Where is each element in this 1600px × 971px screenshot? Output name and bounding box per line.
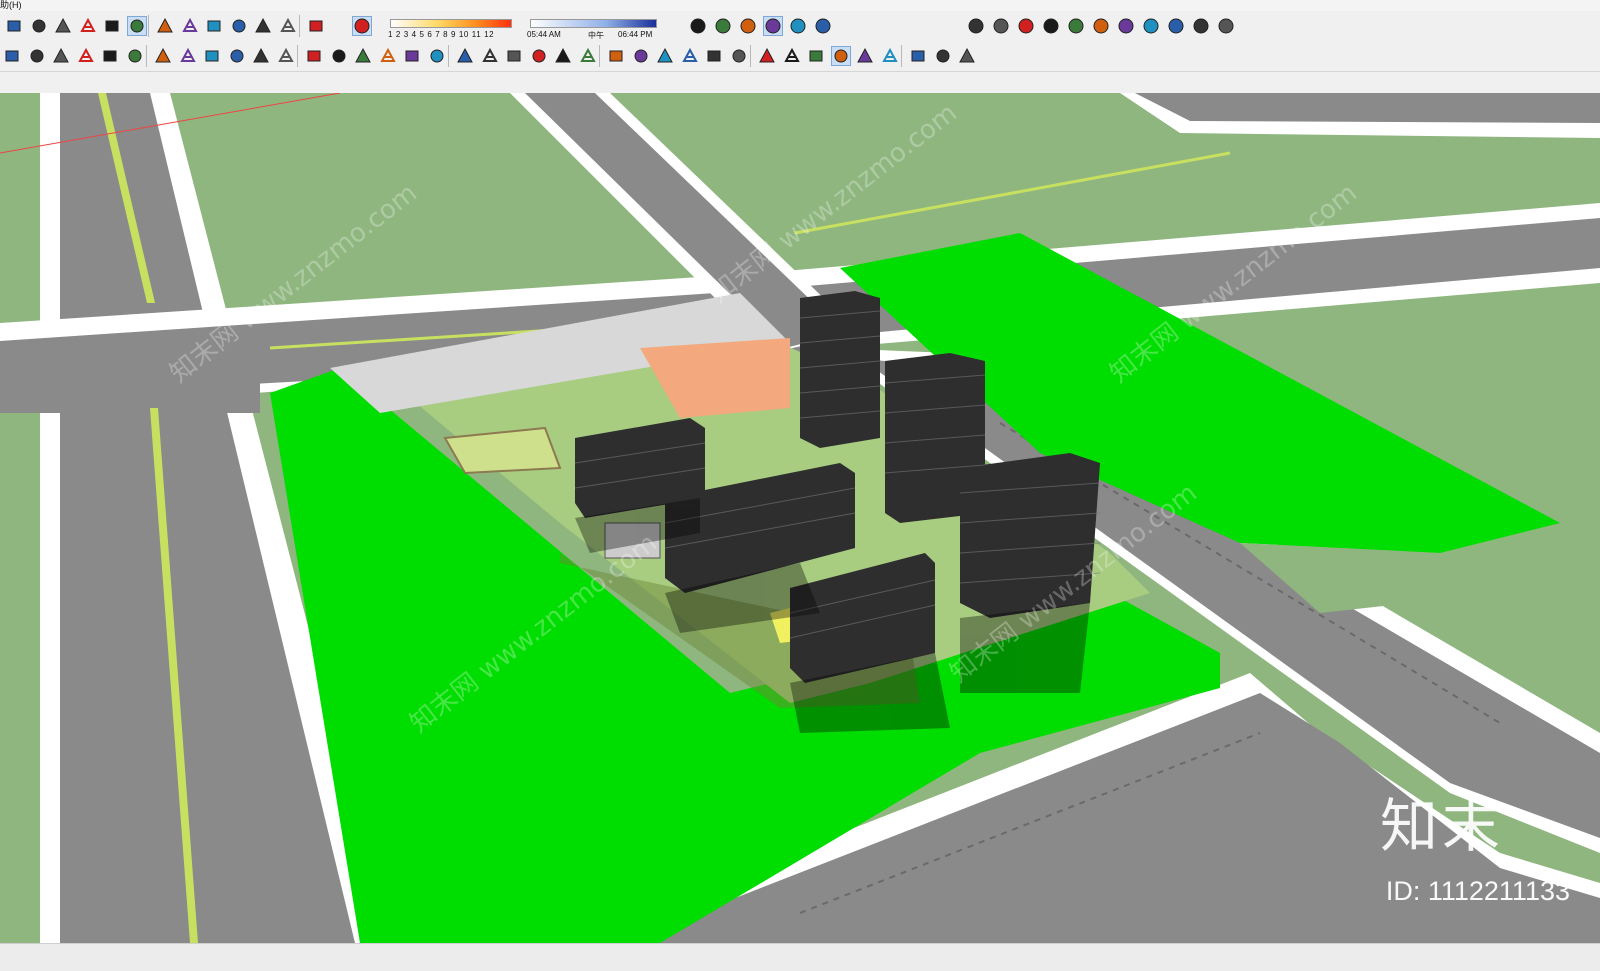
gift-icon[interactable]: [688, 16, 708, 36]
eraser-icon[interactable]: [29, 16, 49, 36]
pipe-icon[interactable]: [504, 46, 524, 66]
menu-help[interactable]: 助(H): [0, 0, 22, 11]
toolbar-separator: [448, 45, 449, 67]
tool-d-icon[interactable]: [680, 46, 700, 66]
window-icon[interactable]: [329, 46, 349, 66]
select-icon[interactable]: [2, 46, 22, 66]
red-box-icon[interactable]: [51, 46, 71, 66]
menu-bar: 助(H): [0, 0, 1600, 11]
flower-icon[interactable]: [813, 16, 833, 36]
toolbar-separator: [901, 45, 902, 67]
circle-icon[interactable]: [78, 16, 98, 36]
plus-circle-icon[interactable]: [1041, 16, 1061, 36]
stack-icon[interactable]: [1016, 16, 1036, 36]
toolbar-separator: [146, 45, 147, 67]
toolbar-row-2: [0, 41, 1600, 72]
line-icon[interactable]: [402, 46, 422, 66]
screen-icon[interactable]: [738, 16, 758, 36]
toolbar-separator: [750, 45, 751, 67]
box3-icon[interactable]: [578, 46, 598, 66]
toolbar-separator: [599, 45, 600, 67]
rectangle-icon[interactable]: [53, 16, 73, 36]
cloud-icon[interactable]: [1141, 16, 1161, 36]
tool-j-icon[interactable]: [830, 46, 851, 66]
warehouse-icon[interactable]: [253, 16, 273, 36]
status-bar: [0, 943, 1600, 971]
model-viewport[interactable]: 知末网 www.znzmo.com 知末网 www.znzmo.com 知末网 …: [0, 93, 1600, 943]
orbit-icon[interactable]: [713, 16, 733, 36]
tool-f-icon[interactable]: [729, 46, 749, 66]
terrain-icon[interactable]: [1091, 16, 1111, 36]
stair-icon[interactable]: [227, 46, 247, 66]
checker-icon[interactable]: [1116, 16, 1136, 36]
garage-icon[interactable]: [306, 16, 326, 36]
cut-icon[interactable]: [553, 46, 573, 66]
tree-icon[interactable]: [1066, 16, 1086, 36]
tool-i-icon[interactable]: [806, 46, 826, 66]
ladder-icon[interactable]: [276, 46, 296, 66]
tool-a-icon[interactable]: [606, 46, 626, 66]
tool-c-icon[interactable]: [655, 46, 675, 66]
box-icon[interactable]: [4, 16, 24, 36]
time-start-label: 05:44 AM: [527, 30, 561, 39]
brand-id: ID: 1112211133: [1385, 876, 1570, 906]
box-alt-icon[interactable]: [102, 16, 122, 36]
paint-icon[interactable]: [155, 16, 175, 36]
layers-icon[interactable]: [126, 16, 147, 36]
heart-icon[interactable]: [125, 46, 145, 66]
arc-icon[interactable]: [529, 46, 549, 66]
components-icon[interactable]: [180, 16, 200, 36]
scale-icon[interactable]: [27, 46, 47, 66]
gear-icon[interactable]: [1166, 16, 1186, 36]
square-icon[interactable]: [933, 46, 953, 66]
roof-icon[interactable]: [427, 46, 447, 66]
info-icon[interactable]: [1216, 16, 1236, 36]
time-end-label: 06:44 PM: [618, 30, 653, 39]
home-icon[interactable]: [229, 16, 249, 36]
cone-icon[interactable]: [880, 46, 900, 66]
hide-icon[interactable]: [957, 46, 977, 66]
brand-logo: 知末: [1379, 792, 1504, 860]
wall-icon[interactable]: [304, 46, 324, 66]
tool-b-icon[interactable]: [631, 46, 651, 66]
house-icon[interactable]: [278, 16, 298, 36]
toolbar-row-1: [0, 11, 1600, 41]
shadow-toggle-icon[interactable]: [352, 16, 372, 36]
tool-g-icon[interactable]: [757, 46, 777, 66]
refresh-icon[interactable]: [991, 16, 1011, 36]
toolbar-separator: [297, 45, 298, 67]
red-stamp-icon[interactable]: [76, 46, 96, 66]
user-icon[interactable]: [153, 46, 173, 66]
section-icon[interactable]: [204, 16, 224, 36]
toolbar-separator: [299, 15, 300, 37]
time-noon-label: 中午: [588, 31, 604, 40]
shadow-settings-bar: 1 2 3 4 5 6 7 8 9 10 11 12 05:44 AM 中午 0…: [385, 15, 675, 40]
tool-e-icon[interactable]: [704, 46, 724, 66]
tile-icon[interactable]: [455, 46, 475, 66]
month-labels: 1 2 3 4 5 6 7 8 9 10 11 12: [388, 30, 495, 39]
dot-icon[interactable]: [855, 46, 875, 66]
time-slider[interactable]: [530, 19, 657, 28]
extension-warehouse-icon[interactable]: [966, 16, 986, 36]
camera-icon[interactable]: [763, 16, 783, 36]
mail-icon[interactable]: [1191, 16, 1211, 36]
tool-h-icon[interactable]: [782, 46, 802, 66]
move-icon[interactable]: [178, 46, 198, 66]
walk-icon[interactable]: [788, 16, 808, 36]
pen-icon[interactable]: [353, 46, 373, 66]
dash-icon[interactable]: [908, 46, 928, 66]
month-slider[interactable]: [390, 19, 512, 28]
curve-icon[interactable]: [378, 46, 398, 66]
brush-icon[interactable]: [480, 46, 500, 66]
push-icon[interactable]: [202, 46, 222, 66]
railing-icon[interactable]: [251, 46, 271, 66]
red-paint-icon[interactable]: [100, 46, 120, 66]
toolbar-separator: [148, 15, 149, 37]
